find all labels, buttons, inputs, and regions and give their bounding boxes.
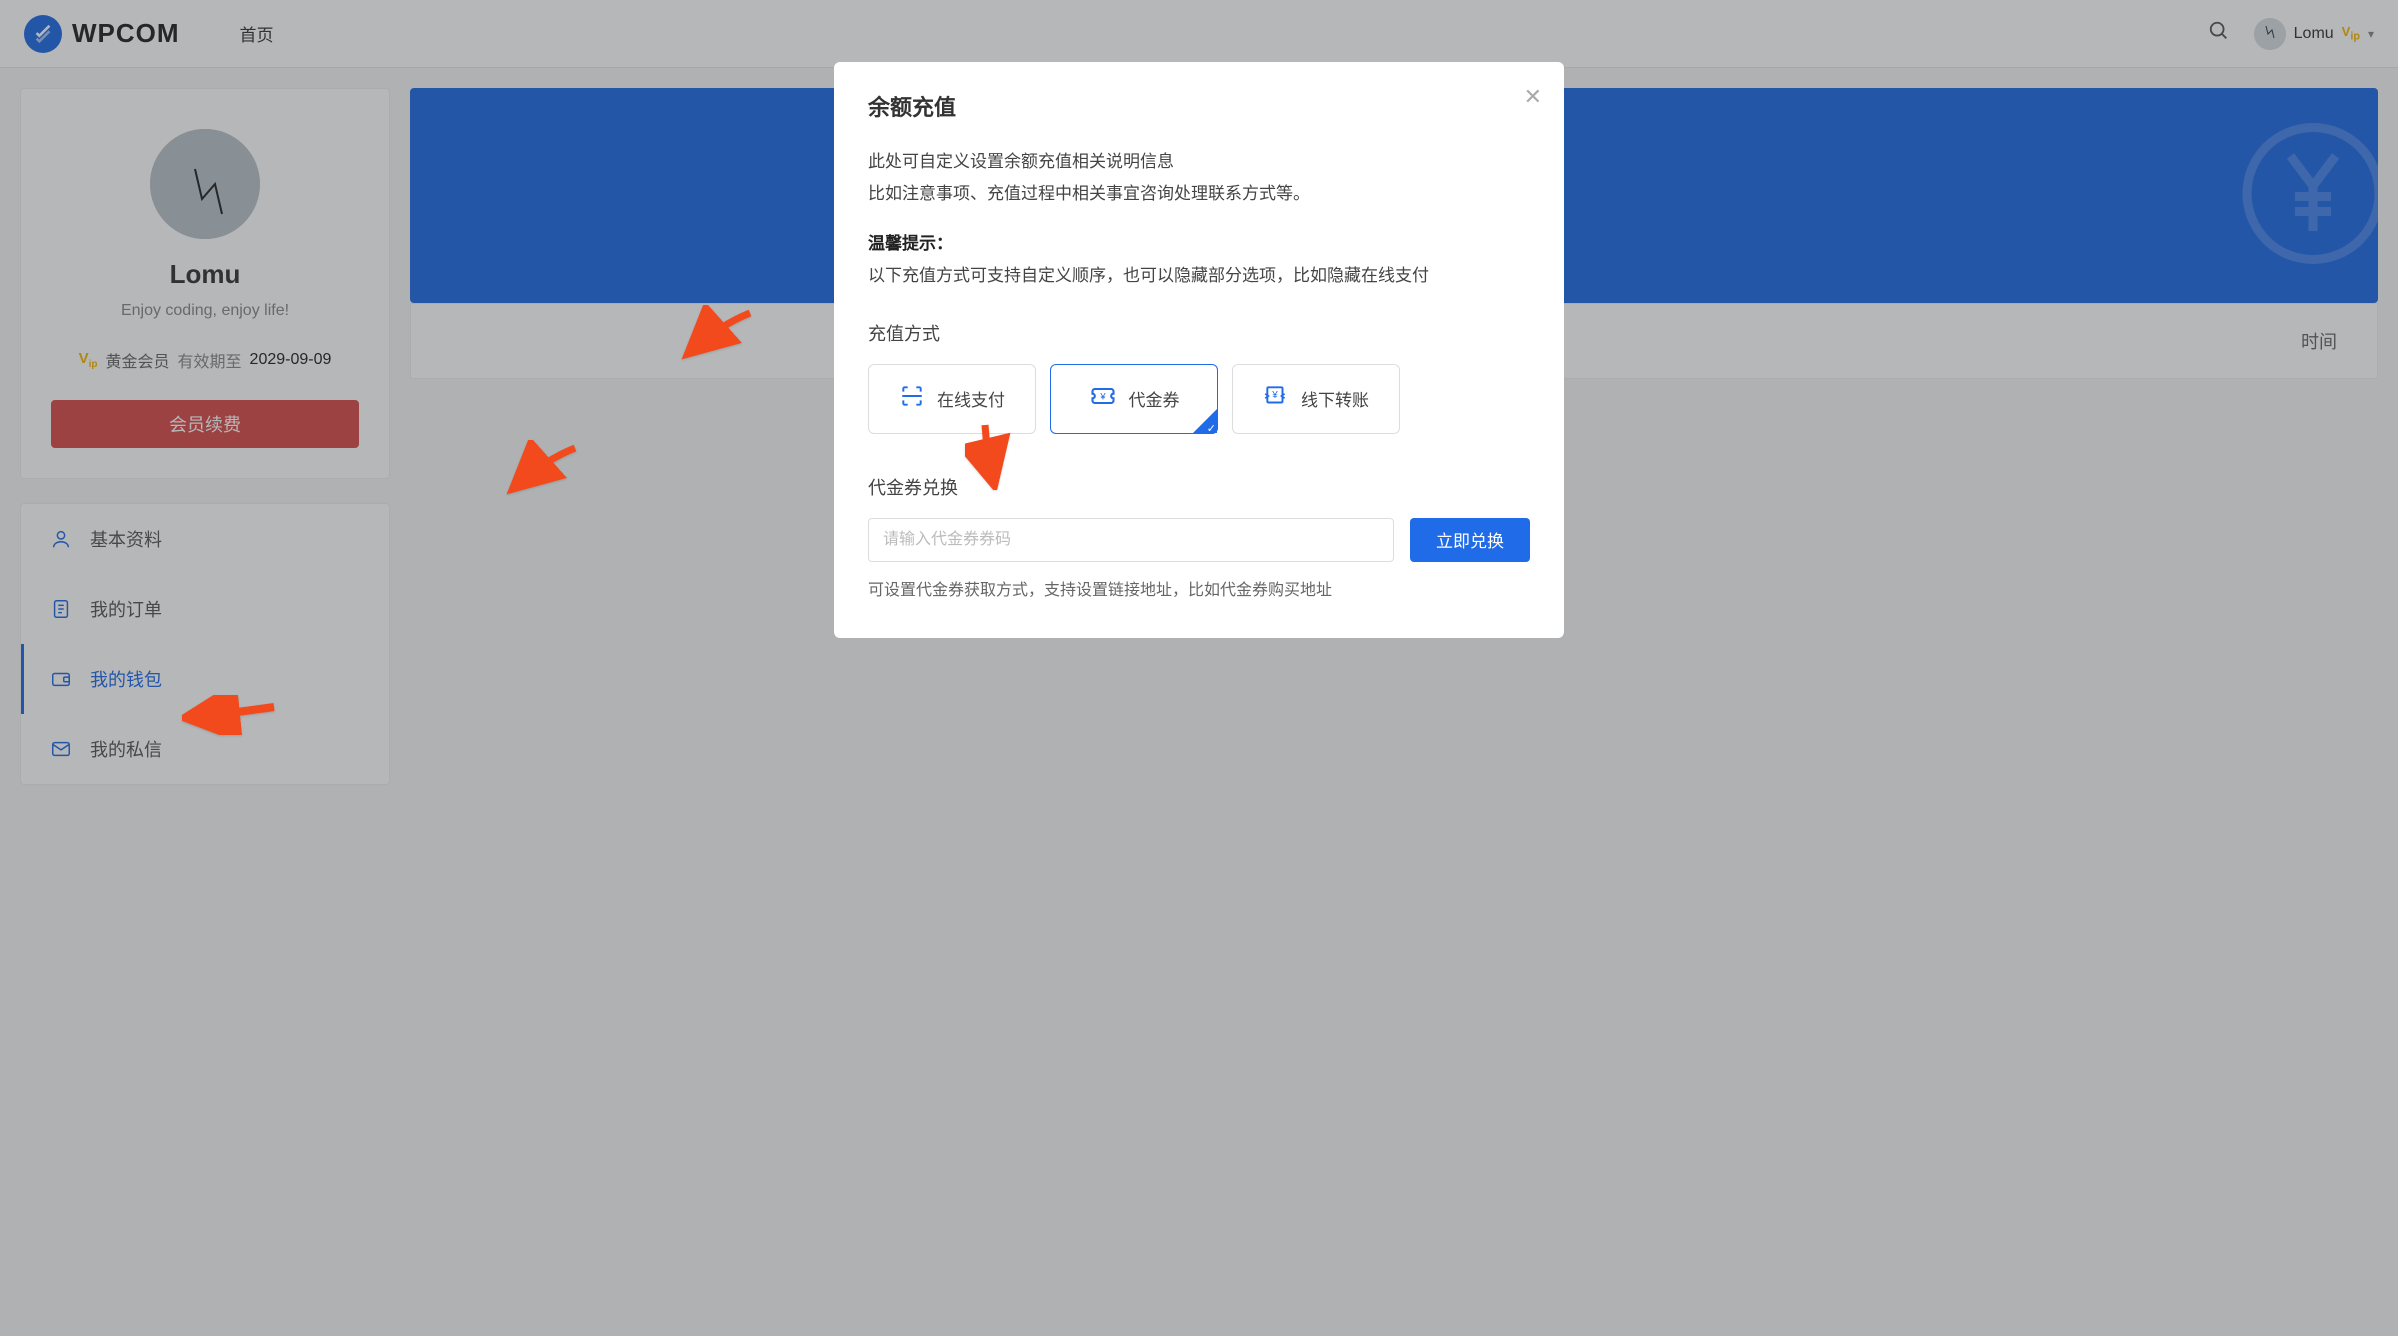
ticket-icon: ¥ [1089,382,1117,415]
close-icon[interactable]: ✕ [1524,84,1542,110]
desc-line: 此处可自定义设置余额充值相关说明信息 [868,146,1530,178]
desc-line: 比如注意事项、充值过程中相关事宜咨询处理联系方式等。 [868,178,1530,210]
recharge-modal: ✕ 余额充值 此处可自定义设置余额充值相关说明信息 比如注意事项、充值过程中相关… [834,62,1564,638]
scan-icon [899,383,925,414]
modal-description: 此处可自定义设置余额充值相关说明信息 比如注意事项、充值过程中相关事宜咨询处理联… [868,146,1530,211]
coupon-title: 代金券兑换 [868,474,1530,500]
tip-title: 温馨提示： [868,229,1530,254]
method-label: 代金券 [1129,386,1180,411]
modal-title: 余额充值 [868,90,1530,122]
coupon-help: 可设置代金券获取方式，支持设置链接地址，比如代金券购买地址 [868,576,1530,600]
modal-overlay[interactable]: ✕ 余额充值 此处可自定义设置余额充值相关说明信息 比如注意事项、充值过程中相关… [0,0,2398,1336]
method-title: 充值方式 [868,320,1530,346]
method-transfer[interactable]: ¥ 线下转账 [1232,364,1400,434]
coupon-input[interactable] [868,518,1394,562]
method-online-pay[interactable]: 在线支付 [868,364,1036,434]
exchange-button[interactable]: 立即兑换 [1410,518,1530,562]
method-label: 在线支付 [937,386,1005,411]
transfer-icon: ¥ [1263,383,1289,414]
method-label: 线下转账 [1301,386,1369,411]
tip-body: 以下充值方式可支持自定义顺序，也可以隐藏部分选项，比如隐藏在线支付 [868,260,1530,292]
method-row: 在线支付 ¥ 代金券 ¥ 线下转账 [868,364,1530,434]
method-coupon[interactable]: ¥ 代金券 [1050,364,1218,434]
coupon-row: 立即兑换 [868,518,1530,562]
svg-text:¥: ¥ [1271,391,1278,402]
svg-text:¥: ¥ [1099,392,1106,402]
